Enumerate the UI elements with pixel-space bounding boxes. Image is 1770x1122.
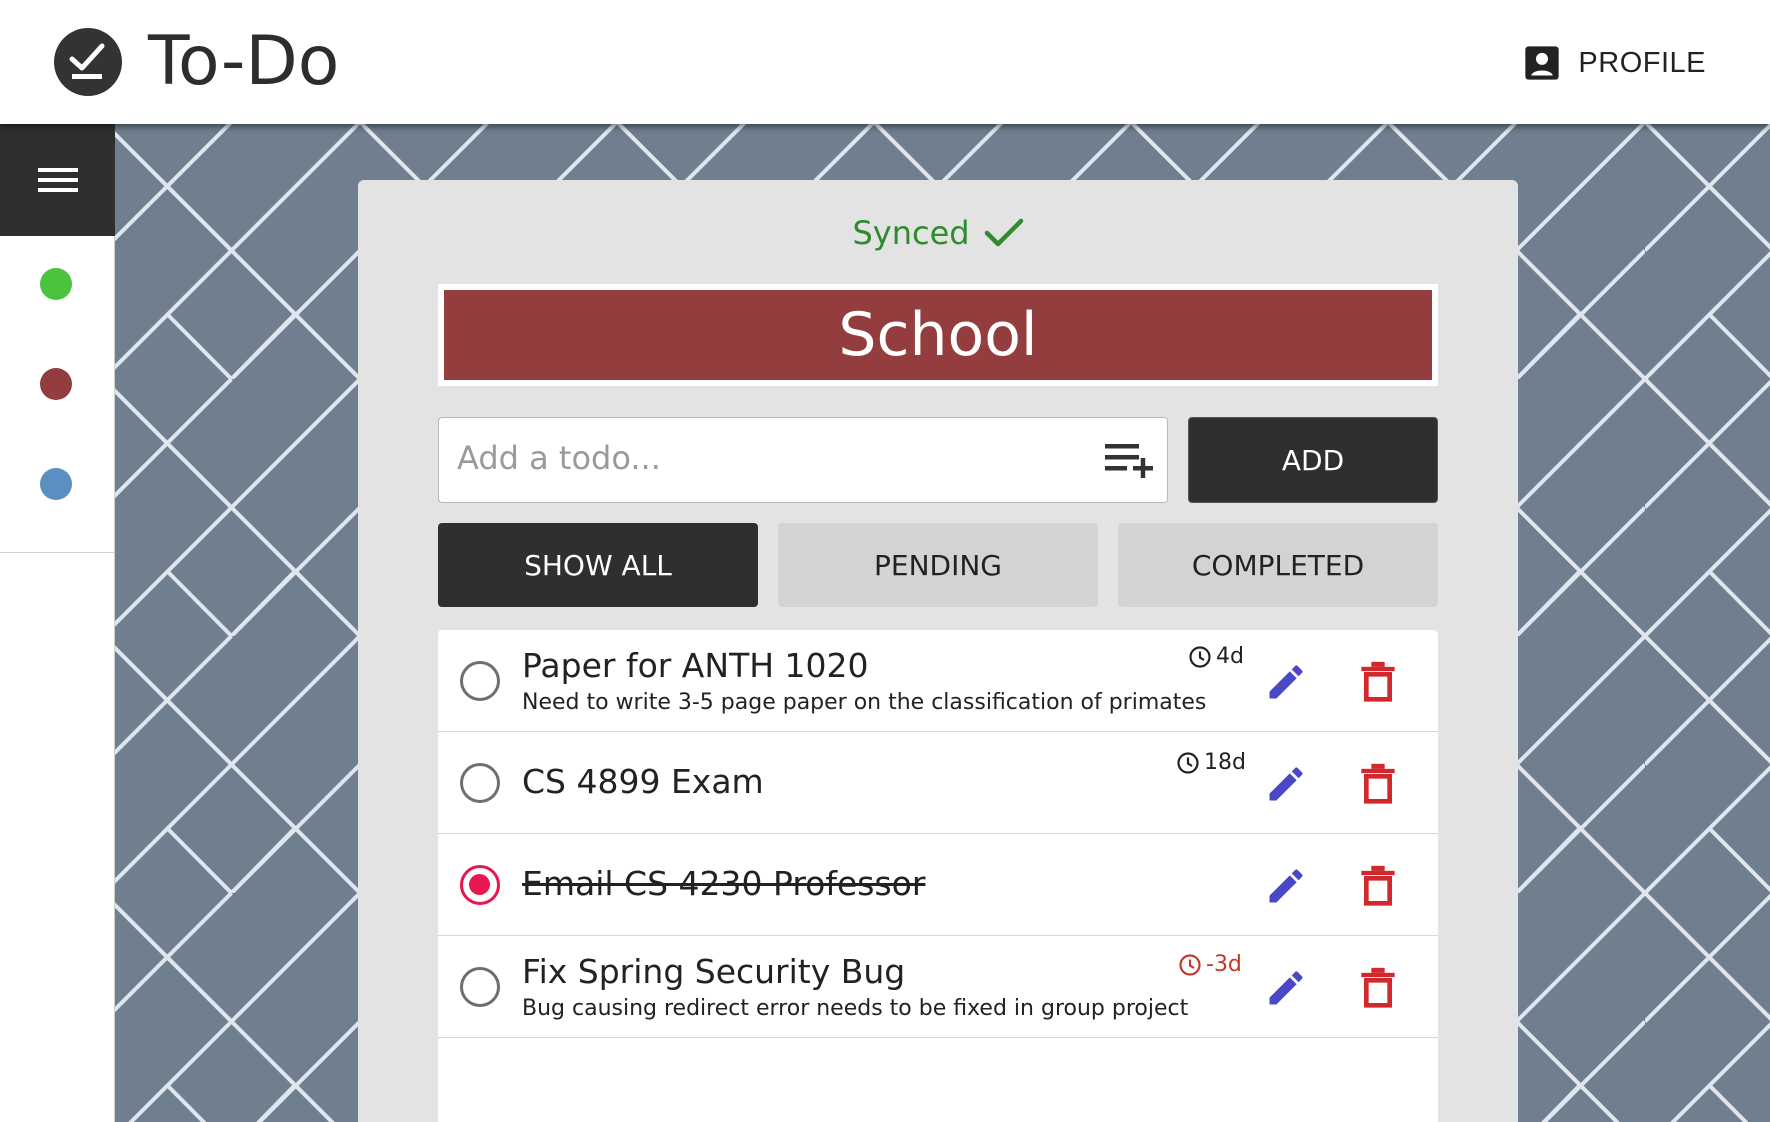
todo-title: Email CS 4230 Professor [522,864,926,903]
todo-description: Bug causing redirect error needs to be f… [522,996,1189,1021]
due-indicator: 4d [1188,644,1244,669]
check-circle-icon [54,28,122,96]
due-indicator: -3d [1178,952,1242,977]
todo-row: Fix Spring Security Bug Bug causing redi… [438,936,1438,1038]
list-dot-green[interactable] [40,268,72,300]
sync-status-label: Synced [852,214,970,252]
app-bar: To-Do PROFILE [0,0,1770,124]
todo-card: Synced School ADD SHOW ALL PENDING COMPL… [358,180,1518,1122]
due-label: 4d [1216,644,1244,669]
edit-pencil-icon[interactable] [1264,762,1308,806]
complete-toggle-radio[interactable] [460,967,500,1007]
hamburger-menu-icon [37,162,78,198]
sync-status: Synced [358,214,1518,252]
list-title: School [444,290,1432,380]
filter-show-all-button[interactable]: SHOW ALL [438,523,758,607]
edit-pencil-icon[interactable] [1264,966,1308,1010]
profile-button[interactable]: PROFILE [1522,40,1706,86]
add-todo-field [438,417,1168,503]
filter-completed-button[interactable]: COMPLETED [1118,523,1438,607]
app-title: To-Do [148,22,340,101]
profile-label: PROFILE [1578,46,1706,79]
complete-toggle-radio[interactable] [460,865,500,905]
edit-pencil-icon[interactable] [1264,660,1308,704]
sidebar [0,124,115,1122]
todo-description: Need to write 3-5 page paper on the clas… [522,690,1207,715]
todo-title: Paper for ANTH 1020 [522,646,869,685]
delete-trash-icon[interactable] [1358,965,1398,1009]
todo-row: Paper for ANTH 1020 Need to write 3-5 pa… [438,630,1438,732]
delete-trash-icon[interactable] [1358,761,1398,805]
clock-icon [1179,953,1201,976]
list-dot-red[interactable] [40,368,72,400]
complete-toggle-radio[interactable] [460,763,500,803]
todo-list: Paper for ANTH 1020 Need to write 3-5 pa… [438,630,1438,1122]
delete-trash-icon[interactable] [1358,863,1398,907]
sidebar-divider [0,552,114,553]
add-button[interactable]: ADD [1188,417,1438,503]
todo-row: Email CS 4230 Professor [438,834,1438,936]
todo-title: CS 4899 Exam [522,762,764,801]
edit-pencil-icon[interactable] [1264,864,1308,908]
playlist-add-icon [1105,444,1153,478]
due-label: 18d [1204,750,1246,775]
add-todo-input[interactable] [457,418,1057,498]
filter-pending-button[interactable]: PENDING [778,523,1098,607]
menu-button[interactable] [0,124,115,236]
list-title-box: School [438,284,1438,386]
account-box-icon [1525,46,1560,80]
todo-title: Fix Spring Security Bug [522,952,906,991]
todo-row: CS 4899 Exam 18d [438,732,1438,834]
complete-toggle-radio[interactable] [460,661,500,701]
list-dot-blue[interactable] [40,468,72,500]
delete-trash-icon[interactable] [1358,659,1398,703]
checkmark-icon [984,218,1023,247]
due-label: -3d [1206,952,1242,977]
clock-icon [1189,645,1211,668]
clock-icon [1177,751,1199,774]
due-indicator: 18d [1176,750,1246,775]
